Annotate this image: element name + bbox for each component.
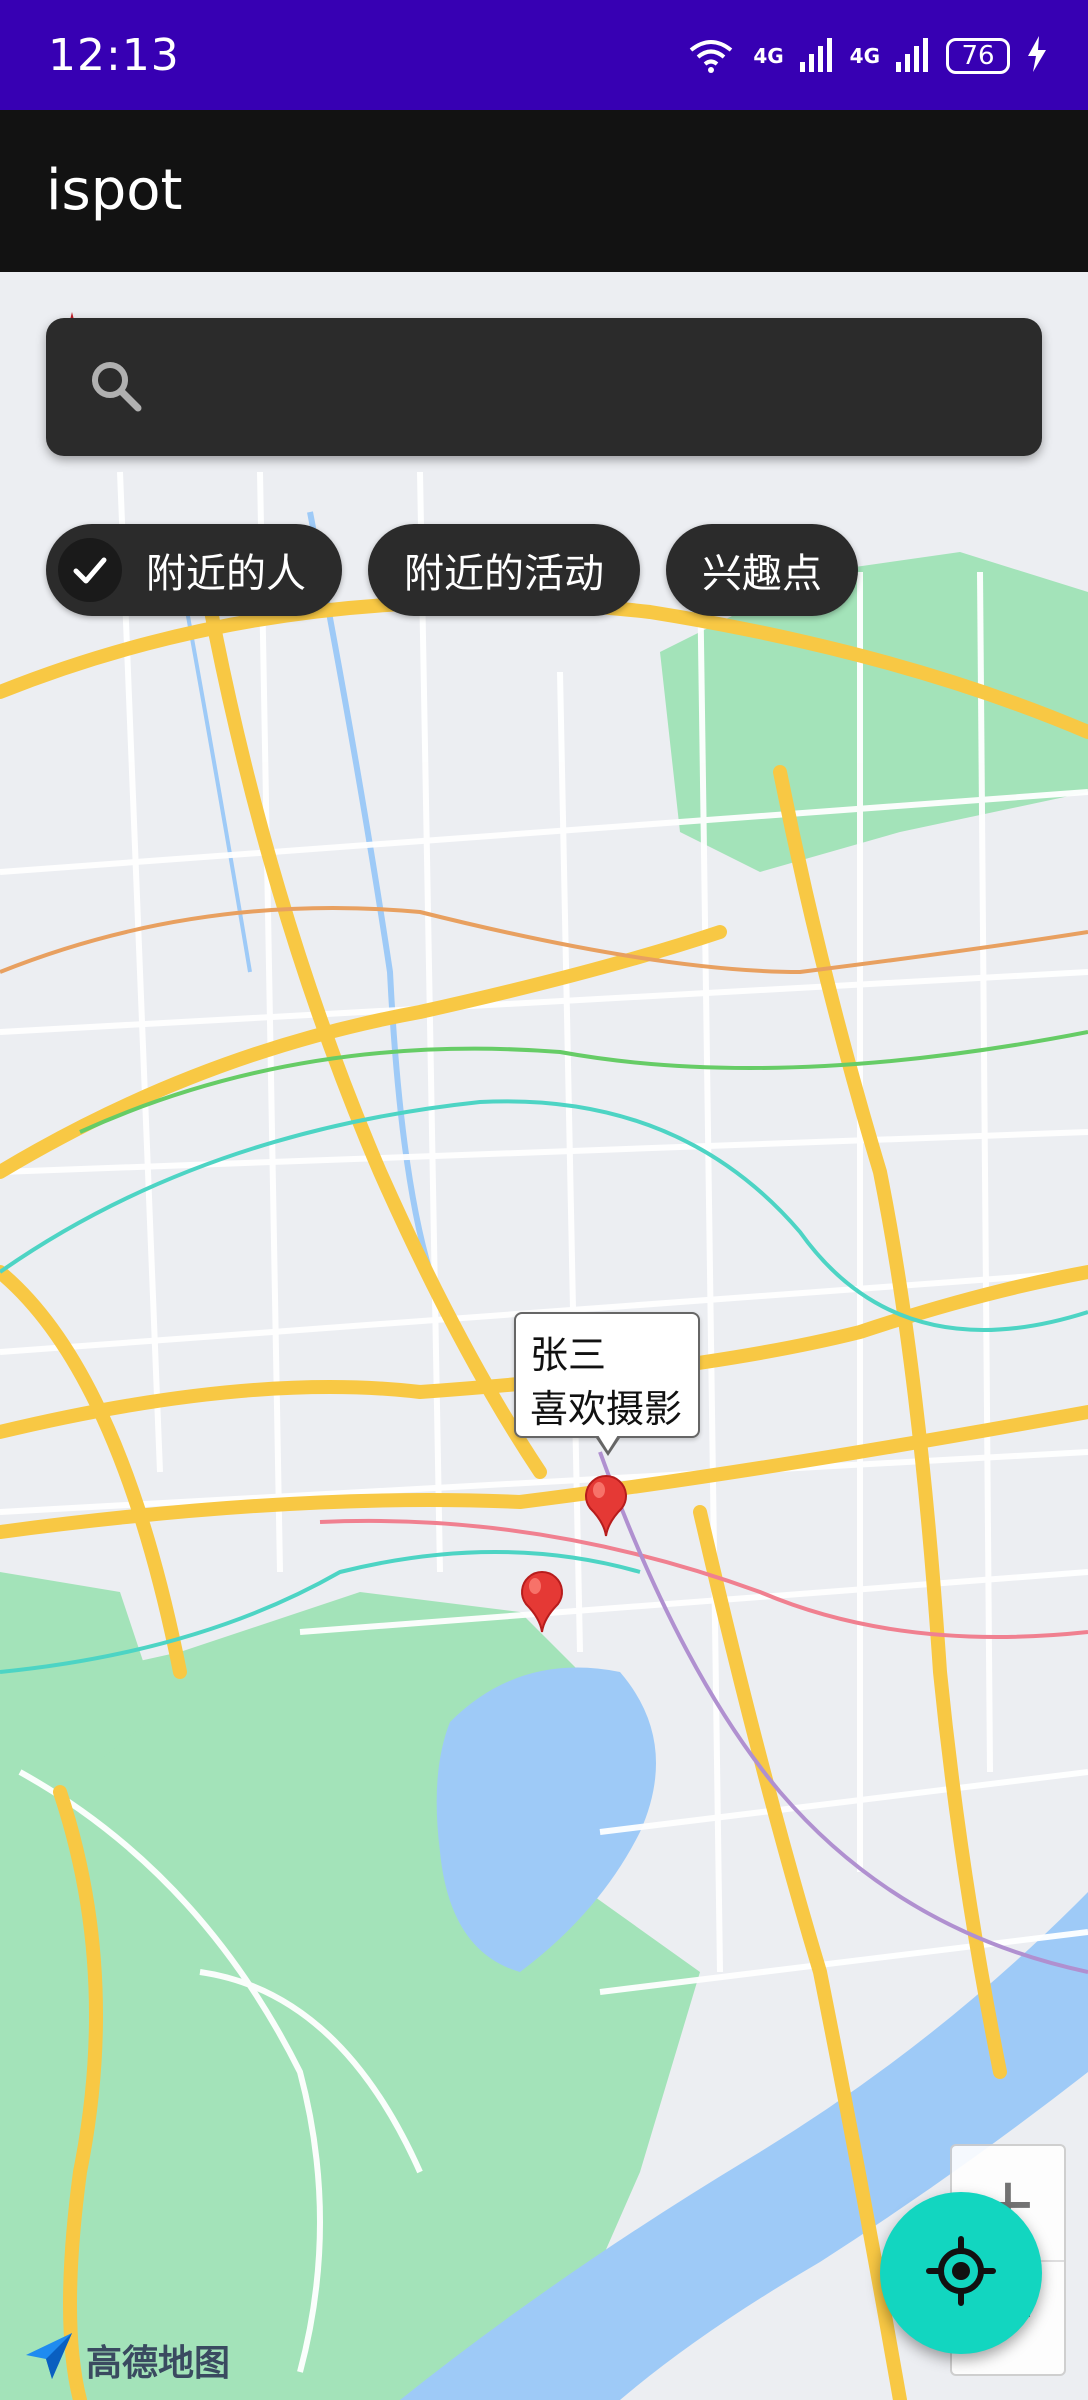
map-marker-pin-2[interactable] — [518, 1570, 566, 1634]
battery-indicator: 76 — [946, 38, 1010, 74]
charging-icon — [1026, 36, 1048, 76]
info-window-hobby: 喜欢摄影 — [530, 1387, 683, 1431]
chip-nearby-activities[interactable]: 附近的活动 — [368, 524, 640, 616]
search-bar[interactable] — [46, 318, 1042, 456]
signal-icon — [799, 36, 834, 76]
search-input[interactable] — [176, 348, 1010, 428]
check-icon — [58, 538, 122, 602]
status-icons: 4G 4G 76 — [685, 30, 1048, 82]
amap-logo: 高德地图 — [22, 2330, 230, 2390]
app-bar: ispot — [0, 110, 1088, 272]
info-window-name: 张三 — [530, 1333, 607, 1377]
my-location-button[interactable] — [880, 2192, 1042, 2354]
app-title: ispot — [46, 158, 183, 223]
wifi-icon — [685, 34, 737, 78]
status-time: 12:13 — [48, 30, 180, 81]
network-4g-label: 4G — [753, 44, 784, 68]
chip-nearby-people[interactable]: 附近的人 — [46, 524, 342, 616]
amap-logo-icon — [22, 2329, 76, 2392]
filter-chips: 附近的人 附近的活动 兴趣点 — [46, 524, 858, 616]
signal-icon-2 — [896, 36, 930, 76]
chip-label: 附近的人 — [146, 551, 306, 597]
amap-logo-text: 高德地图 — [86, 2343, 231, 2384]
locate-icon — [925, 2235, 997, 2311]
status-bar: 12:13 4G 4G 76 — [0, 0, 1088, 110]
search-icon — [86, 356, 146, 416]
map-marker-pin[interactable] — [582, 1474, 630, 1538]
chip-label: 附近的活动 — [404, 551, 604, 597]
info-window-tail — [596, 1435, 620, 1456]
chip-label: 兴趣点 — [702, 551, 822, 597]
marker-info-window[interactable]: 张三 喜欢摄影 — [514, 1312, 700, 1456]
network-4g-label-2: 4G — [849, 44, 880, 68]
chip-points-of-interest[interactable]: 兴趣点 — [666, 524, 858, 616]
